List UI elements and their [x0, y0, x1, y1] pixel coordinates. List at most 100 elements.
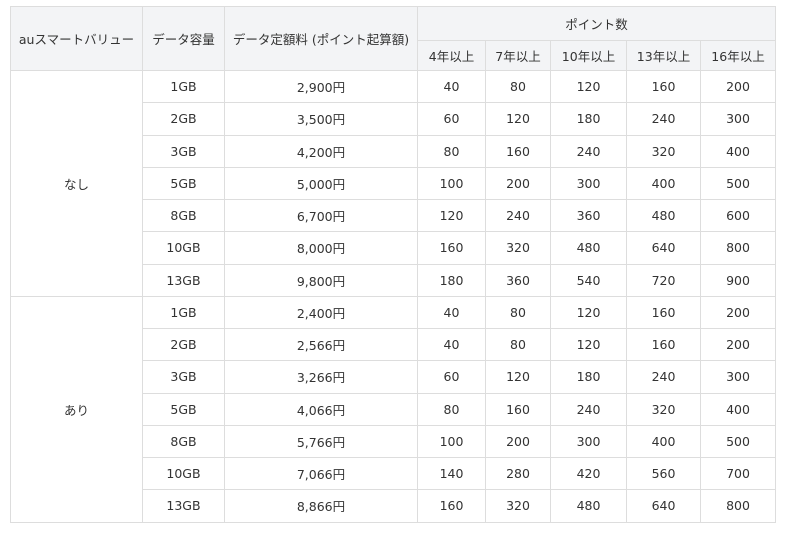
price-cell: 2,566円 — [224, 327, 418, 362]
points-cell: 240 — [626, 102, 701, 136]
points-cell: 320 — [485, 231, 551, 265]
smart-value-group-label: あり — [10, 295, 143, 523]
points-cell: 160 — [626, 327, 701, 362]
points-cell: 120 — [550, 327, 627, 362]
points-cell: 240 — [550, 134, 627, 168]
points-cell: 240 — [626, 360, 701, 394]
price-cell: 2,900円 — [224, 69, 418, 104]
points-cell: 120 — [485, 360, 551, 394]
points-cell: 500 — [700, 166, 776, 201]
points-cell: 160 — [485, 134, 551, 168]
points-cell: 160 — [626, 295, 701, 330]
points-cell: 120 — [550, 69, 627, 104]
points-cell: 300 — [700, 102, 776, 136]
points-cell: 300 — [700, 360, 776, 394]
points-cell: 300 — [550, 166, 627, 201]
price-cell: 2,400円 — [224, 295, 418, 330]
points-cell: 40 — [417, 327, 486, 362]
points-cell: 80 — [485, 295, 551, 330]
data-capacity-cell: 3GB — [142, 360, 225, 394]
points-cell: 140 — [417, 456, 486, 491]
header-years-4: 4年以上 — [417, 40, 486, 71]
points-cell: 200 — [700, 327, 776, 362]
data-capacity-cell: 8GB — [142, 198, 225, 233]
points-cell: 360 — [485, 263, 551, 297]
points-cell: 40 — [417, 69, 486, 104]
data-capacity-cell: 2GB — [142, 102, 225, 136]
data-capacity-cell: 1GB — [142, 69, 225, 104]
header-points: ポイント数 — [417, 6, 776, 41]
points-table: auスマートバリュー データ容量 データ定額料 (ポイント起算額) ポイント数 … — [10, 6, 776, 523]
data-capacity-cell: 8GB — [142, 424, 225, 459]
price-cell: 8,866円 — [224, 489, 418, 523]
points-cell: 160 — [417, 489, 486, 523]
data-capacity-cell: 3GB — [142, 134, 225, 168]
points-cell: 60 — [417, 360, 486, 394]
table-row: あり 1GB 2,400円 40 80 120 160 200 — [10, 295, 776, 523]
price-cell: 3,500円 — [224, 102, 418, 136]
points-cell: 420 — [550, 456, 627, 491]
table-row: なし 1GB 2,900円 40 80 120 160 200 — [10, 69, 776, 297]
points-cell: 180 — [550, 360, 627, 394]
price-cell: 5,766円 — [224, 424, 418, 459]
price-cell: 3,266円 — [224, 360, 418, 394]
points-cell: 180 — [550, 102, 627, 136]
header-years-7: 7年以上 — [485, 40, 551, 71]
points-cell: 160 — [626, 69, 701, 104]
points-cell: 80 — [417, 392, 486, 426]
points-cell: 280 — [485, 456, 551, 491]
points-cell: 300 — [550, 424, 627, 459]
table-header: auスマートバリュー データ容量 データ定額料 (ポイント起算額) ポイント数 … — [10, 6, 776, 71]
points-cell: 600 — [700, 198, 776, 233]
points-cell: 900 — [700, 263, 776, 297]
data-capacity-cell: 5GB — [142, 392, 225, 426]
points-cell: 800 — [700, 489, 776, 523]
points-cell: 320 — [485, 489, 551, 523]
header-years-10: 10年以上 — [550, 40, 627, 71]
header-price: データ定額料 (ポイント起算額) — [224, 6, 418, 71]
smart-value-group-label: なし — [10, 70, 143, 297]
points-cell: 480 — [550, 489, 627, 523]
price-cell: 7,066円 — [224, 456, 418, 491]
points-cell: 120 — [485, 102, 551, 136]
points-cell: 160 — [417, 231, 486, 265]
header-years-16: 16年以上 — [700, 40, 776, 71]
header-data-capacity: データ容量 — [142, 6, 225, 71]
points-cell: 360 — [550, 198, 627, 233]
data-capacity-cell: 5GB — [142, 166, 225, 201]
data-capacity-cell: 10GB — [142, 231, 225, 265]
points-cell: 200 — [485, 424, 551, 459]
price-cell: 9,800円 — [224, 263, 418, 297]
points-cell: 100 — [417, 424, 486, 459]
data-capacity-cell: 13GB — [142, 263, 225, 297]
price-cell: 8,000円 — [224, 231, 418, 265]
points-cell: 200 — [700, 295, 776, 330]
points-cell: 800 — [700, 231, 776, 265]
table-body: なし 1GB 2,900円 40 80 120 160 200 2GB 3,500円 60 120 18… — [10, 69, 776, 523]
points-cell: 40 — [417, 295, 486, 330]
points-cell: 480 — [550, 231, 627, 265]
points-cell: 60 — [417, 102, 486, 136]
points-cell: 80 — [485, 69, 551, 104]
points-cell: 120 — [417, 198, 486, 233]
price-cell: 6,700円 — [224, 198, 418, 233]
points-cell: 120 — [550, 295, 627, 330]
points-cell: 480 — [626, 198, 701, 233]
points-cell: 180 — [417, 263, 486, 297]
data-capacity-cell: 10GB — [142, 456, 225, 491]
points-cell: 540 — [550, 263, 627, 297]
points-cell: 640 — [626, 231, 701, 265]
points-cell: 400 — [626, 166, 701, 201]
points-cell: 80 — [485, 327, 551, 362]
points-cell: 320 — [626, 392, 701, 426]
points-cell: 240 — [485, 198, 551, 233]
points-cell: 720 — [626, 263, 701, 297]
points-cell: 200 — [700, 69, 776, 104]
price-cell: 5,000円 — [224, 166, 418, 201]
points-cell: 400 — [626, 424, 701, 459]
header-smart-value: auスマートバリュー — [10, 6, 143, 71]
points-cell: 700 — [700, 456, 776, 491]
points-cell: 500 — [700, 424, 776, 459]
points-cell: 640 — [626, 489, 701, 523]
data-capacity-cell: 2GB — [142, 327, 225, 362]
